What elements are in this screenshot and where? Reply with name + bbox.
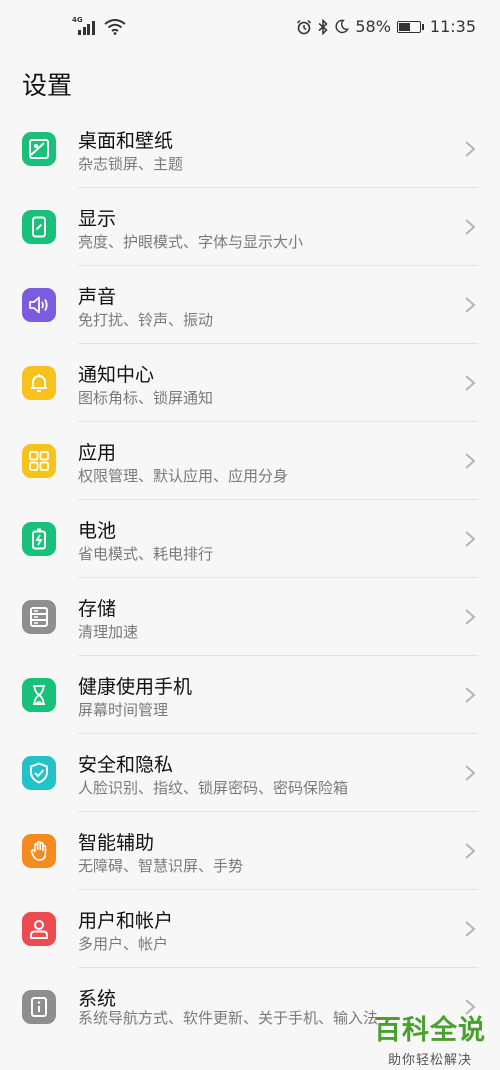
item-subtitle: 系统导航方式、软件更新、关于手机、输入法 <box>78 1009 379 1027</box>
settings-item-security[interactable]: 安全和隐私 人脸识别、指纹、锁屏密码、密码保险箱 <box>0 734 500 812</box>
item-title: 应用 <box>78 442 117 464</box>
item-title: 健康使用手机 <box>78 676 193 698</box>
hand-icon <box>22 834 56 868</box>
chevron-right-icon <box>465 531 476 547</box>
status-left: 4G <box>72 16 126 35</box>
watermark-subtitle: 助你轻松解决 <box>387 1053 472 1068</box>
chevron-right-icon <box>465 843 476 859</box>
settings-item-sound[interactable]: 声音 免打扰、铃声、振动 <box>0 266 500 344</box>
apps-icon <box>22 444 56 478</box>
item-title: 声音 <box>78 286 117 308</box>
settings-item-wallpaper[interactable]: 桌面和壁纸 杂志锁屏、主题 <box>0 110 500 188</box>
item-title: 电池 <box>78 520 117 542</box>
shield-icon <box>22 756 56 790</box>
user-icon <box>22 912 56 946</box>
settings-item-storage[interactable]: 存储 清理加速 <box>0 578 500 656</box>
status-bar: 4G 58% 11:35 <box>0 0 500 58</box>
item-subtitle: 权限管理、默认应用、应用分身 <box>78 467 289 485</box>
watermark-title: 百科全说 <box>374 1015 486 1046</box>
battery-icon <box>396 20 424 33</box>
bluetooth-icon <box>318 18 328 35</box>
status-time: 11:35 <box>429 17 476 36</box>
alarm-icon <box>297 19 312 34</box>
info-icon <box>22 990 56 1024</box>
battery-percent: 58% <box>355 17 391 36</box>
item-subtitle: 清理加速 <box>78 623 139 641</box>
item-subtitle: 无障碍、智慧识屏、手势 <box>78 857 244 875</box>
item-title: 存储 <box>78 598 117 620</box>
display-icon <box>22 210 56 244</box>
item-subtitle: 人脸识别、指纹、锁屏密码、密码保险箱 <box>78 779 349 797</box>
item-title: 桌面和壁纸 <box>78 130 174 152</box>
chevron-right-icon <box>465 687 476 703</box>
item-subtitle: 杂志锁屏、主题 <box>78 155 184 173</box>
bell-icon <box>22 366 56 400</box>
item-subtitle: 屏幕时间管理 <box>78 701 169 719</box>
item-subtitle: 省电模式、耗电排行 <box>78 545 214 563</box>
item-subtitle: 免打扰、铃声、振动 <box>78 311 214 329</box>
settings-item-digital-balance[interactable]: 健康使用手机 屏幕时间管理 <box>0 656 500 734</box>
chevron-right-icon <box>465 453 476 469</box>
wallpaper-icon <box>22 132 56 166</box>
settings-list: 桌面和壁纸 杂志锁屏、主题 显示 亮度、护眼模式、字体与显示大小 声音 免打扰、… <box>0 110 500 1064</box>
settings-item-notifications[interactable]: 通知中心 图标角标、锁屏通知 <box>0 344 500 422</box>
item-title: 安全和隐私 <box>78 754 174 776</box>
storage-icon <box>22 600 56 634</box>
item-title: 智能辅助 <box>78 832 155 854</box>
item-subtitle: 图标角标、锁屏通知 <box>78 389 214 407</box>
settings-item-apps[interactable]: 应用 权限管理、默认应用、应用分身 <box>0 422 500 500</box>
item-title: 通知中心 <box>78 364 155 386</box>
status-right: 58% 11:35 <box>296 17 476 36</box>
settings-item-users[interactable]: 用户和帐户 多用户、帐户 <box>0 890 500 968</box>
chevron-right-icon <box>465 609 476 625</box>
item-title: 显示 <box>78 208 117 230</box>
item-subtitle: 多用户、帐户 <box>78 935 169 953</box>
hourglass-icon <box>22 678 56 712</box>
wifi-icon <box>104 19 126 35</box>
battery-icon <box>22 522 56 556</box>
chevron-right-icon <box>465 297 476 313</box>
sound-icon <box>22 288 56 322</box>
chevron-right-icon <box>465 375 476 391</box>
chevron-right-icon <box>465 921 476 937</box>
settings-item-battery[interactable]: 电池 省电模式、耗电排行 <box>0 500 500 578</box>
chevron-right-icon <box>465 219 476 235</box>
watermark: 百科全说 助你轻松解决 <box>374 1008 486 1068</box>
moon-icon <box>335 19 350 34</box>
item-title: 用户和帐户 <box>78 910 174 932</box>
chevron-right-icon <box>465 141 476 157</box>
signal-icon: 4G <box>72 16 98 35</box>
page-title: 设置 <box>22 71 73 100</box>
chevron-right-icon <box>465 765 476 781</box>
settings-item-accessibility[interactable]: 智能辅助 无障碍、智慧识屏、手势 <box>0 812 500 890</box>
settings-item-display[interactable]: 显示 亮度、护眼模式、字体与显示大小 <box>0 188 500 266</box>
item-subtitle: 亮度、护眼模式、字体与显示大小 <box>78 233 304 251</box>
